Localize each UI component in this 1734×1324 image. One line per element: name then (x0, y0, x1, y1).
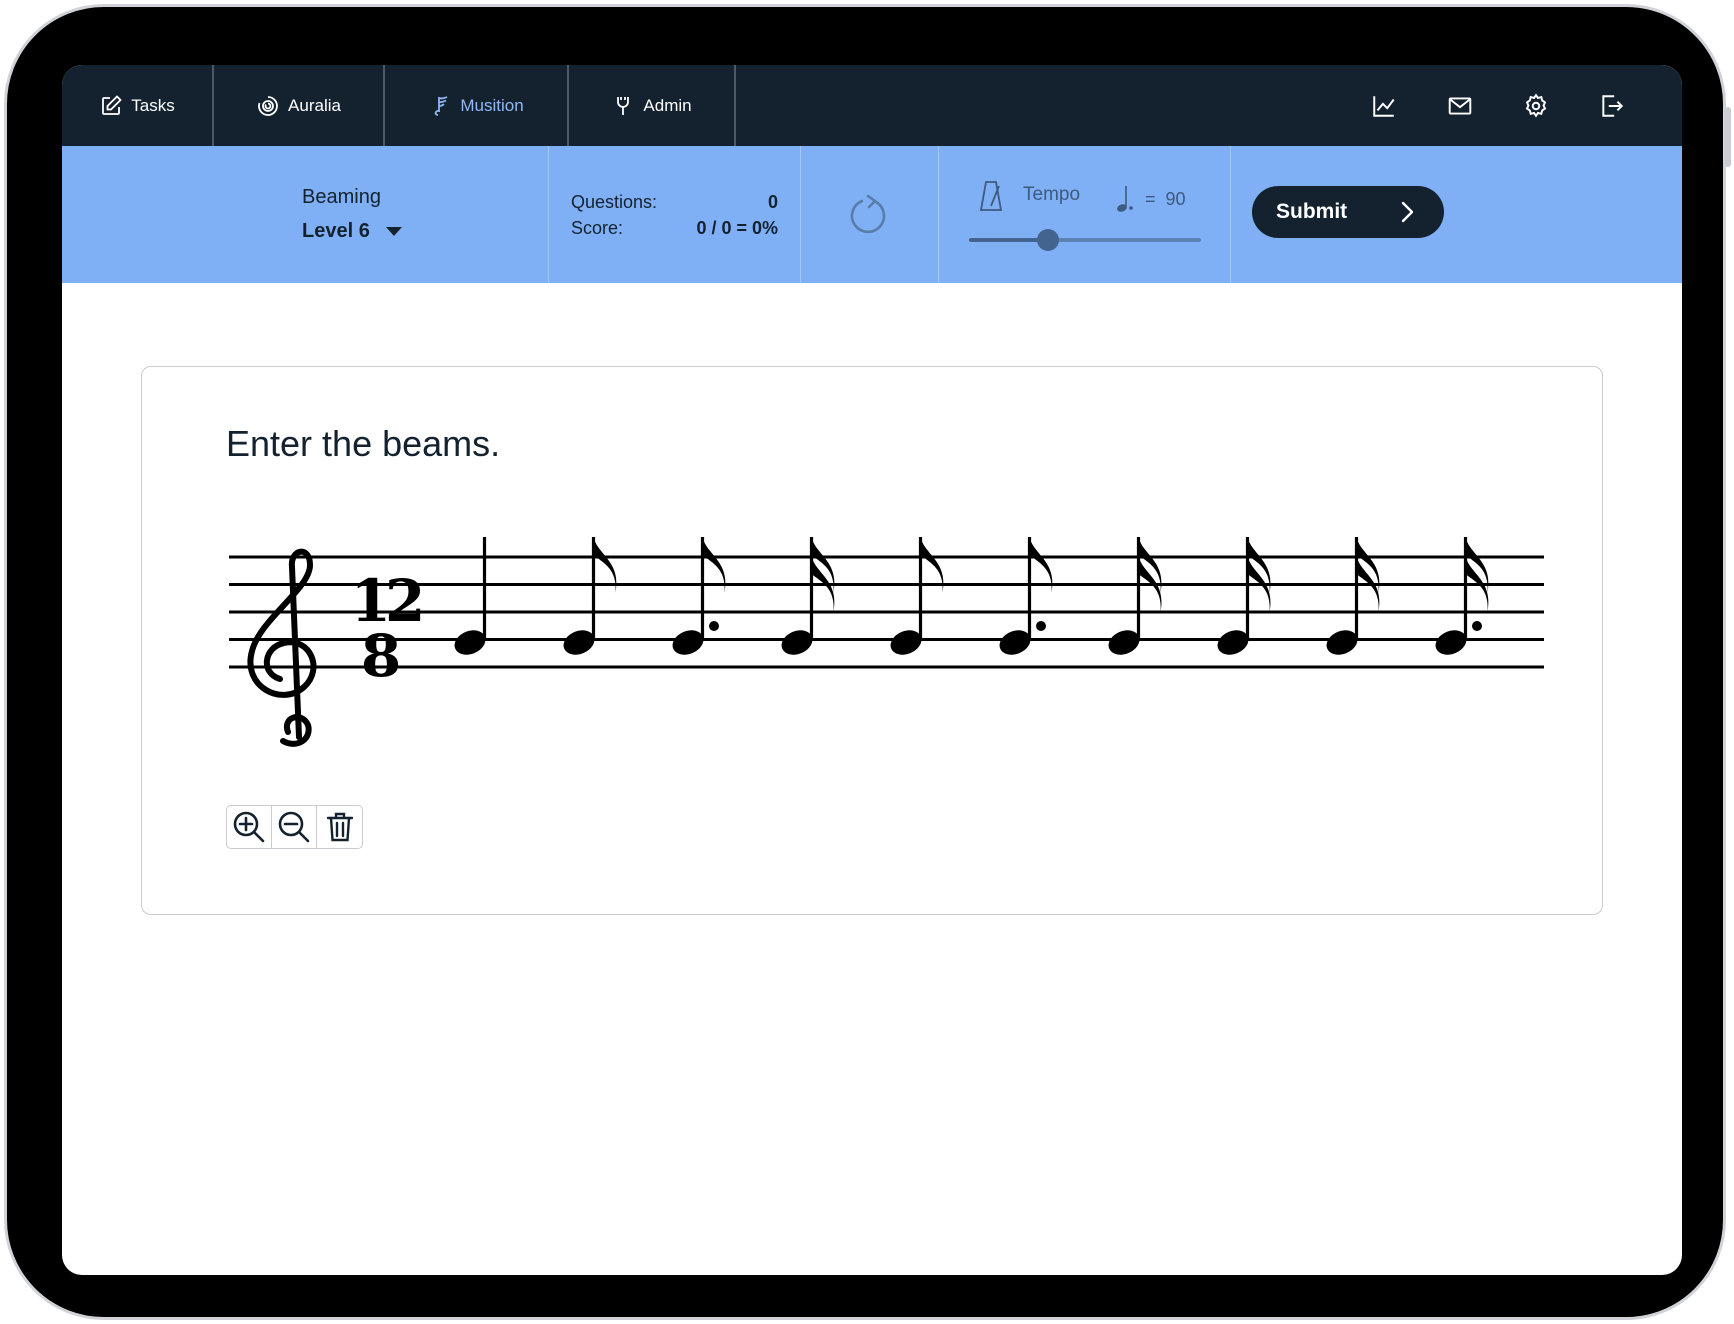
exercise-toolbar: Beaming Level 6 Questions: 0 Score: 0 / … (62, 146, 1682, 283)
stats-button[interactable] (1369, 91, 1399, 121)
logout-icon (1602, 94, 1624, 117)
app-screen: Tasks Auralia Musition Admin Beaming Lev… (62, 65, 1682, 1275)
edit-icon (102, 94, 123, 115)
zoom-in-icon (233, 811, 265, 843)
exercise-prompt: Enter the beams. (226, 423, 501, 464)
replay-icon (850, 194, 886, 234)
augmentation-dot (709, 621, 719, 631)
tablet-side-button (1725, 107, 1731, 167)
tempo-slider[interactable] (969, 229, 1201, 251)
tempo-bpm: = 90 (1115, 184, 1186, 214)
dotted-quarter-note-icon (1117, 186, 1133, 212)
tempo-equals: = (1145, 188, 1156, 209)
questions-value: 0 (767, 192, 778, 212)
tab-admin-label: Admin (643, 95, 692, 115)
chevron-right-icon (1401, 201, 1414, 223)
settings-button[interactable] (1521, 91, 1551, 121)
replay-section (801, 146, 939, 283)
stats-section: Questions: 0 Score: 0 / 0 = 0% (549, 146, 801, 283)
musition-logo-icon (435, 95, 448, 116)
tempo-slider-thumb[interactable] (1036, 229, 1059, 251)
questions-label: Questions: (571, 192, 658, 212)
tab-auralia[interactable]: Auralia (214, 65, 385, 146)
tablet-frame: Tasks Auralia Musition Admin Beaming Lev… (4, 4, 1731, 1320)
score-tools (226, 805, 363, 849)
stats-chart-icon (1373, 95, 1395, 117)
tab-musition[interactable]: Musition (385, 65, 569, 146)
submit-button[interactable]: Submit (1252, 186, 1444, 238)
augmentation-dot (1472, 621, 1482, 631)
gear-icon (1525, 92, 1547, 117)
time-signature: 12 8 (351, 567, 427, 690)
logout-button[interactable] (1597, 91, 1627, 121)
music-staff[interactable]: 12 8 (142, 527, 1602, 767)
tab-tasks[interactable]: Tasks (62, 65, 214, 146)
admin-icon (617, 96, 630, 115)
level-section: Beaming Level 6 (62, 146, 549, 283)
level-dropdown-value: Level 6 (302, 220, 370, 242)
zoom-in-button[interactable] (227, 806, 272, 848)
score-row: Score: 0 / 0 = 0% (571, 218, 778, 239)
tab-admin[interactable]: Admin (569, 65, 736, 146)
exercise-card: Enter the beams. 12 8 (141, 366, 1603, 915)
note-quarter[interactable] (451, 537, 489, 659)
score-label: Score: (571, 218, 624, 238)
nav-right-icons (1369, 65, 1627, 146)
treble-clef-icon (247, 548, 317, 747)
auralia-logo-icon (258, 95, 278, 116)
time-signature-bottom: 8 (361, 622, 401, 690)
mail-button[interactable] (1445, 91, 1475, 121)
replay-button[interactable] (844, 190, 894, 240)
augmentation-dot (1036, 621, 1046, 631)
tempo-section: Tempo = 90 (939, 146, 1231, 283)
submit-button-label: Submit (1276, 200, 1348, 223)
delete-button[interactable] (317, 806, 362, 848)
topic-title: Beaming (302, 186, 381, 208)
tempo-label: Tempo (1023, 184, 1081, 205)
score-value: 0 / 0 = 0% (696, 218, 778, 238)
level-dropdown[interactable]: Level 6 (302, 220, 402, 243)
tempo-value: 90 (1165, 188, 1186, 209)
tab-musition-label: Musition (460, 95, 524, 115)
zoom-out-button[interactable] (272, 806, 317, 848)
tab-tasks-label: Tasks (131, 95, 175, 115)
top-navigation: Tasks Auralia Musition Admin (62, 65, 1682, 146)
questions-row: Questions: 0 (571, 192, 778, 213)
metronome-icon (979, 181, 1003, 211)
mail-icon (1448, 96, 1472, 115)
zoom-out-icon (278, 811, 310, 843)
trash-icon (326, 812, 353, 842)
tab-auralia-label: Auralia (288, 95, 341, 115)
caret-down-icon (385, 227, 402, 236)
